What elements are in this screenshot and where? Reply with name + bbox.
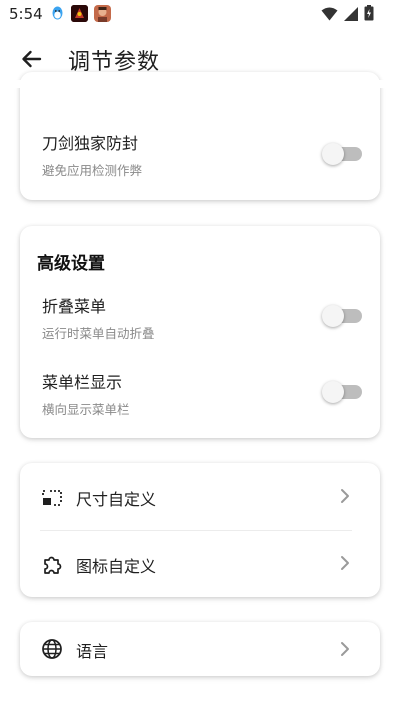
fold-menu-title: 折叠菜单 bbox=[42, 297, 107, 316]
switch-thumb bbox=[322, 305, 344, 327]
anti-ban-row[interactable]: 刀剑独家防封 避免应用检测作弊 bbox=[42, 130, 362, 180]
fold-menu-subtitle: 运行时菜单自动折叠 bbox=[42, 326, 155, 341]
size-custom-item[interactable]: 尺寸自定义 bbox=[20, 468, 380, 524]
language-card: 语言 bbox=[20, 622, 380, 676]
status-bar: 5:54 bbox=[0, 0, 400, 28]
menu-bar-display-title: 菜单栏显示 bbox=[42, 373, 123, 392]
puzzle-icon bbox=[44, 556, 62, 574]
status-time: 5:54 bbox=[9, 5, 43, 23]
divider bbox=[40, 530, 352, 531]
signal-icon bbox=[344, 6, 358, 25]
menu-bar-display-switch[interactable] bbox=[322, 379, 364, 405]
globe-icon bbox=[42, 639, 62, 659]
anti-ban-card: 刀剑独家防封 避免应用检测作弊 bbox=[20, 72, 380, 200]
anti-ban-subtitle: 避免应用检测作弊 bbox=[42, 163, 143, 178]
status-indicators bbox=[321, 5, 374, 25]
icon-custom-label: 图标自定义 bbox=[76, 557, 157, 576]
back-button[interactable] bbox=[16, 44, 46, 74]
language-item[interactable]: 语言 bbox=[20, 622, 380, 676]
app-thumbnail-icon bbox=[71, 5, 88, 22]
advanced-settings-card: 高级设置 折叠菜单 运行时菜单自动折叠 菜单栏显示 横向显示菜单栏 bbox=[20, 226, 380, 438]
resize-icon bbox=[42, 490, 62, 506]
icon-custom-item[interactable]: 图标自定义 bbox=[20, 535, 380, 591]
chevron-right-icon bbox=[341, 489, 349, 503]
switch-thumb bbox=[322, 143, 344, 165]
fold-menu-switch[interactable] bbox=[322, 303, 364, 329]
qq-icon bbox=[49, 5, 66, 22]
size-custom-label: 尺寸自定义 bbox=[76, 490, 157, 509]
section-title: 高级设置 bbox=[37, 254, 105, 274]
wifi-icon bbox=[321, 6, 338, 25]
customization-card: 尺寸自定义 图标自定义 bbox=[20, 463, 380, 597]
avatar-icon bbox=[94, 5, 111, 22]
menu-bar-display-row[interactable]: 菜单栏显示 横向显示菜单栏 bbox=[42, 369, 362, 419]
chevron-right-icon bbox=[341, 642, 349, 656]
switch-thumb bbox=[322, 381, 344, 403]
arrow-back-icon bbox=[22, 50, 42, 68]
anti-ban-switch[interactable] bbox=[322, 141, 364, 167]
anti-ban-title: 刀剑独家防封 bbox=[42, 134, 139, 153]
chevron-right-icon bbox=[341, 556, 349, 570]
menu-bar-display-subtitle: 横向显示菜单栏 bbox=[42, 402, 130, 417]
battery-icon bbox=[364, 5, 374, 25]
app-bar-backdrop bbox=[0, 80, 400, 88]
fold-menu-row[interactable]: 折叠菜单 运行时菜单自动折叠 bbox=[42, 293, 362, 343]
language-label: 语言 bbox=[76, 642, 109, 661]
